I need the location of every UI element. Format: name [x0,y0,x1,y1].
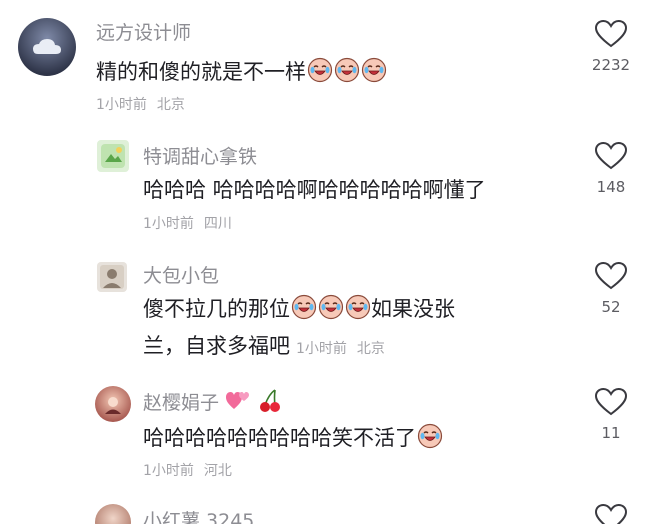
reply-item: 特调甜心拿铁 哈哈哈 哈哈哈哈啊哈哈哈哈哈啊懂了 1小时前 四川 148 [0,130,660,250]
heart-icon[interactable] [595,20,627,48]
like-count: 2232 [591,56,631,74]
comment-text-line2: 兰，自求多福吧 1小时前 北京 [143,330,385,365]
location: 河北 [203,463,232,479]
location: 四川 [203,216,232,232]
comment-meta: 1小时前 北京 [96,94,185,114]
timestamp: 1小时前 [296,341,347,357]
like-control[interactable] [581,504,641,524]
avatar[interactable] [97,140,129,172]
comment-item: 远方设计师 精的和傻的就是不一样 1小时前 北京 2232 [0,0,660,130]
laugh-cry-emoji [361,57,387,83]
reply-item: 小红薯 3245 [0,490,660,524]
username[interactable]: 小红薯 3245 [143,506,254,524]
laugh-cry-emoji [307,57,333,83]
avatar[interactable] [97,262,127,292]
heart-icon[interactable] [595,388,627,416]
reply-item: 赵樱娟子 哈哈哈哈哈哈哈哈哈笑不活了 1小时前 河北 11 [0,380,660,490]
like-count: 148 [596,178,626,196]
heart-icon[interactable] [595,262,627,290]
laugh-cry-emoji [417,423,443,449]
comment-text-body: 傻不拉几的那位 [143,297,290,321]
location: 北京 [156,97,185,113]
laugh-cry-emoji [345,294,371,320]
laugh-cry-emoji [334,57,360,83]
reply-item: 大包小包 傻不拉几的那位 如果没张 兰，自求多福吧 1小时前 北京 52 [0,250,660,380]
like-control[interactable]: 148 [581,142,641,196]
username[interactable]: 赵樱娟子 [143,388,283,415]
heart-icon[interactable] [595,504,627,524]
comment-text: 哈哈哈哈哈哈哈哈哈笑不活了 [143,422,443,454]
cherries-emoji [260,389,281,412]
username-text: 赵樱娟子 [143,392,220,414]
laugh-cry-emoji [291,294,317,320]
avatar-image-icon [105,397,121,414]
username[interactable]: 特调甜心拿铁 [143,142,257,169]
comment-text: 傻不拉几的那位 如果没张 [143,293,455,325]
timestamp: 1小时前 [143,216,194,232]
like-control[interactable]: 52 [581,262,641,316]
laugh-cry-emoji [318,294,344,320]
avatar-image-icon [101,144,125,168]
avatar[interactable] [18,18,76,76]
like-control[interactable]: 11 [581,388,641,442]
comment-text: 哈哈哈 哈哈哈哈啊哈哈哈哈哈啊懂了 [143,178,486,202]
like-count: 52 [601,298,621,316]
like-count: 11 [601,424,621,442]
comment-text-body: 哈哈哈哈哈哈哈哈哈笑不活了 [143,426,416,450]
avatar[interactable] [95,504,131,524]
cloud-icon [33,39,61,54]
comment-meta: 1小时前 北京 [296,341,385,357]
username[interactable]: 远方设计师 [96,18,191,45]
comment-text-body: 兰，自求多福吧 [143,334,290,358]
heart-icon[interactable] [595,142,627,170]
avatar-image-icon [100,265,124,289]
location: 北京 [356,341,385,357]
comment-meta: 1小时前 四川 [143,213,232,233]
comment-text-body: 精的和傻的就是不一样 [96,60,306,84]
two-hearts-emoji [226,392,250,409]
comment-text-tail: 如果没张 [371,297,455,321]
timestamp: 1小时前 [96,97,147,113]
comment-text: 精的和傻的就是不一样 [96,56,387,88]
comment-meta: 1小时前 河北 [143,460,232,480]
username[interactable]: 大包小包 [143,261,219,288]
timestamp: 1小时前 [143,463,194,479]
avatar[interactable] [95,386,131,422]
like-control[interactable]: 2232 [581,20,641,74]
